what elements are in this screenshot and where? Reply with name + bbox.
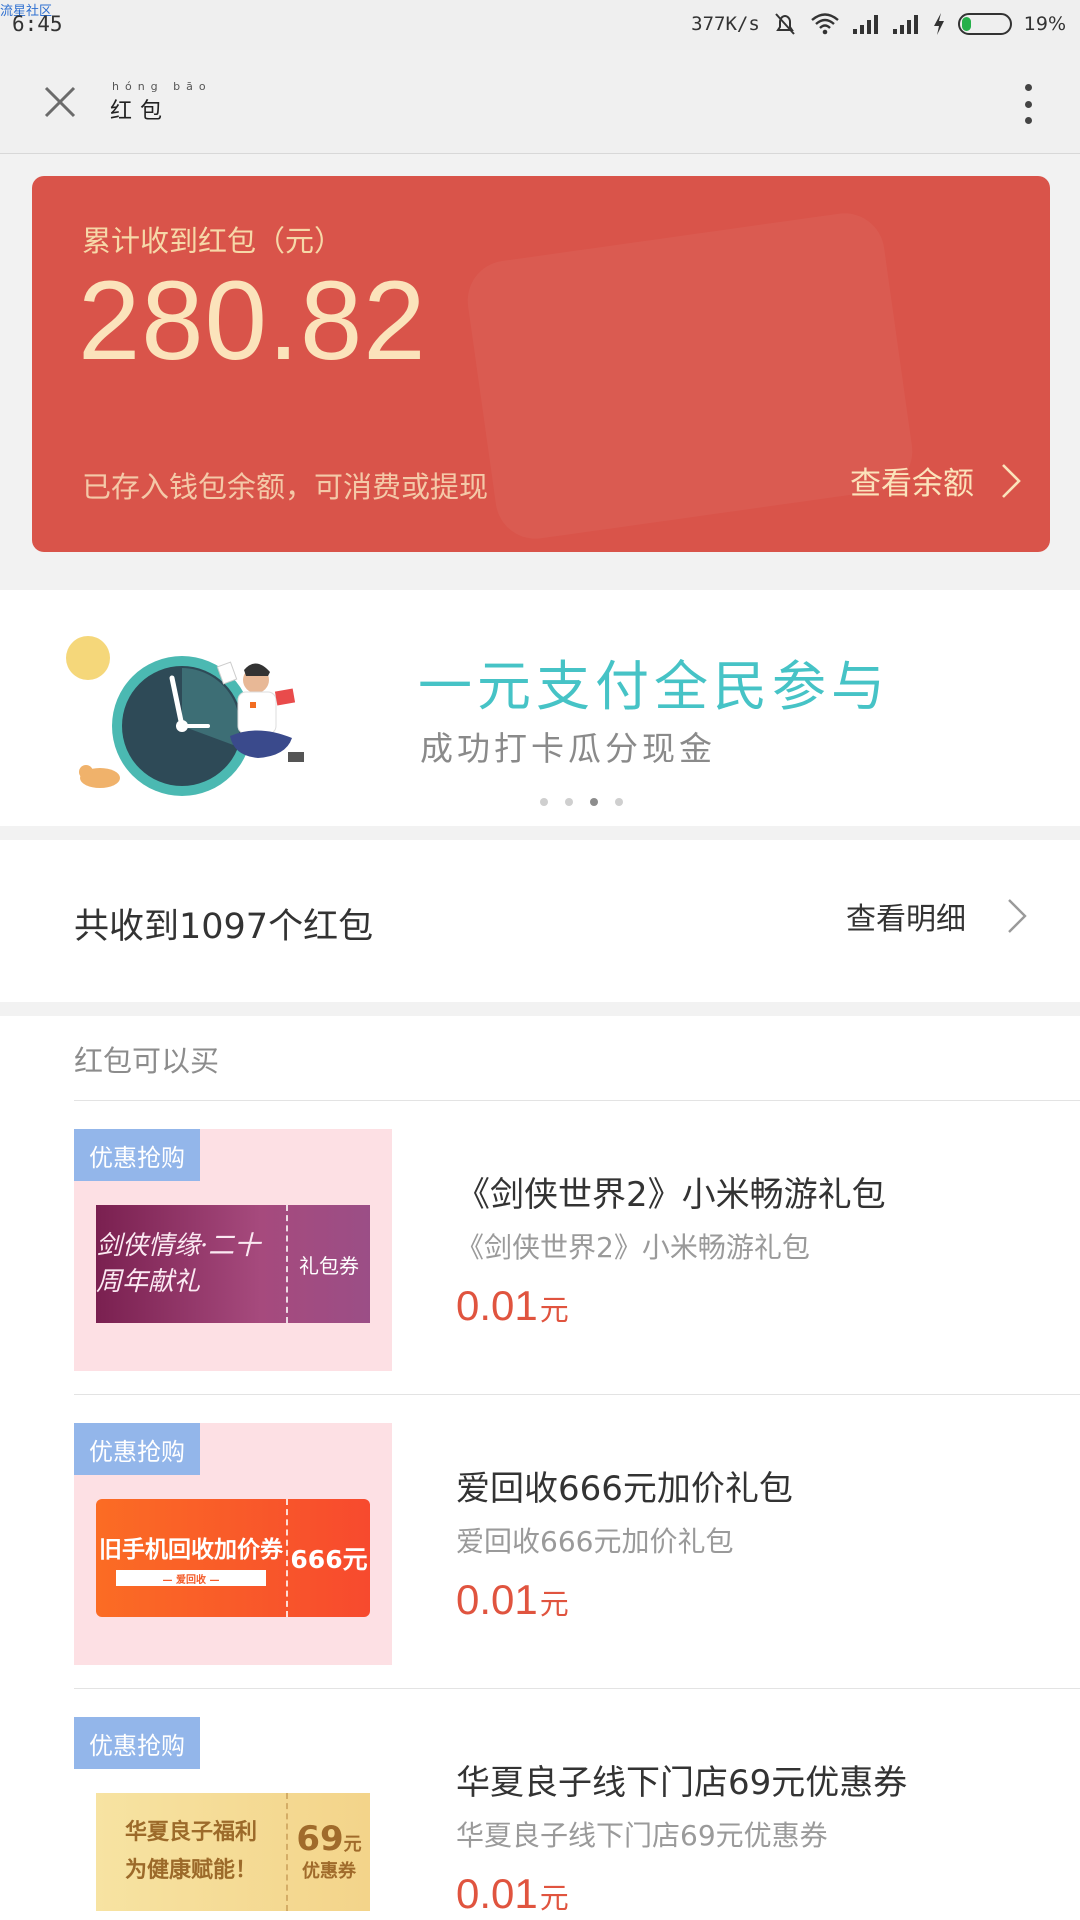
more-vertical-icon — [1024, 84, 1032, 91]
offer-item[interactable]: 旧手机回收加价券 — 爱回收 — 666元 优惠抢购 爱回收666元加价礼包 爱… — [74, 1423, 1080, 1665]
offer-name: 爱回收666元加价礼包 — [456, 1469, 793, 1509]
offer-price-value: 0.01 — [456, 1870, 538, 1917]
offer-price: 0.01元 — [456, 1576, 793, 1624]
status-icons: 377K/s 19% — [691, 10, 1066, 38]
page-title-text: 红包 — [110, 99, 171, 124]
page-title-pinyin: hóng bāo — [112, 80, 212, 93]
coupon-side-text: 礼包券 — [286, 1205, 370, 1323]
offer-price-unit: 元 — [539, 1293, 569, 1327]
more-vertical-icon — [1024, 100, 1032, 108]
offer-name: 《剑侠世界2》小米畅游礼包 — [456, 1175, 886, 1215]
offer-price-unit: 元 — [539, 1587, 569, 1621]
offer-tag: 优惠抢购 — [74, 1717, 200, 1769]
pagination-dot[interactable] — [540, 798, 548, 806]
divider — [74, 1688, 1080, 1689]
coupon-line-2: 为健康赋能！ — [124, 1858, 257, 1883]
coupon-side-value: 69 — [296, 1819, 344, 1859]
promo-banner[interactable]: 一元支付全民参与 成功打卡瓜分现金 — [0, 590, 1080, 826]
banner-pagination — [540, 798, 623, 806]
chevron-right-icon — [1008, 899, 1027, 933]
red-packet-summary-card: 累计收到红包（元） 280.82 已存入钱包余额，可消费或提现 查看余额 — [32, 176, 1050, 552]
status-time: 6:45 — [12, 12, 63, 36]
coupon-main-text: 剑侠情缘·二十周年献礼 — [96, 1231, 261, 1297]
pagination-dot[interactable] — [565, 798, 573, 806]
signal-icon — [852, 15, 878, 34]
offers-heading: 红包可以买 — [74, 1044, 220, 1078]
offer-price: 0.01元 — [456, 1282, 886, 1330]
coupon-graphic: 剑侠情缘·二十周年献礼 礼包券 — [96, 1205, 370, 1323]
offer-thumbnail: 旧手机回收加价券 — 爱回收 — 666元 优惠抢购 — [74, 1423, 392, 1665]
coupon-line-1: 华夏良子福利 — [124, 1820, 257, 1845]
total-received-amount: 280.82 — [78, 258, 427, 383]
offer-name: 华夏良子线下门店69元优惠券 — [456, 1763, 908, 1803]
offer-price-unit: 元 — [539, 1881, 569, 1915]
more-vertical-icon — [1024, 117, 1032, 124]
offer-info: 爱回收666元加价礼包 爱回收666元加价礼包 0.01元 — [456, 1461, 793, 1624]
status-bar: 流星社区 6:45 377K/s 19% — [0, 0, 1080, 50]
pagination-dot[interactable] — [615, 798, 623, 806]
view-details-label: 查看明细 — [846, 902, 966, 937]
coupon-side-label: 优惠券 — [302, 1861, 356, 1882]
offer-thumbnail: 剑侠情缘·二十周年献礼 礼包券 优惠抢购 — [74, 1129, 392, 1371]
pagination-dot-active[interactable] — [590, 798, 598, 806]
close-button[interactable] — [36, 78, 84, 126]
offer-item[interactable]: 华夏良子福利 为健康赋能！ 69元 优惠券 优惠抢购 华夏良子线下门店69元优惠… — [74, 1717, 1080, 1920]
offer-desc: 《剑侠世界2》小米畅游礼包 — [456, 1231, 810, 1264]
clock-illustration — [66, 636, 304, 796]
coupon-side: 69元 优惠券 — [286, 1793, 370, 1911]
balance-note: 已存入钱包余额，可消费或提现 — [82, 470, 489, 504]
offer-info: 华夏良子线下门店69元优惠券 华夏良子线下门店69元优惠券 0.01元 — [456, 1755, 907, 1918]
coupon-graphic: 旧手机回收加价券 — 爱回收 — 666元 — [96, 1499, 370, 1617]
banner-subline: 成功打卡瓜分现金 — [420, 729, 716, 768]
banner-headline: 一元支付全民参与 — [418, 655, 890, 718]
coupon-main: 旧手机回收加价券 — 爱回收 — — [96, 1499, 286, 1617]
offer-tag: 优惠抢购 — [74, 1423, 200, 1475]
received-count-text: 共收到1097个红包 — [74, 907, 374, 947]
offer-price-value: 0.01 — [456, 1576, 538, 1623]
view-details-link[interactable]: 查看明细 — [846, 894, 1028, 938]
view-balance-label: 查看余额 — [850, 466, 974, 502]
offer-thumbnail: 华夏良子福利 为健康赋能！ 69元 优惠券 优惠抢购 — [74, 1717, 392, 1920]
offer-price-value: 0.01 — [456, 1282, 538, 1329]
page-title: hóng bāo 红包 — [110, 80, 212, 125]
offer-price: 0.01元 — [456, 1870, 907, 1918]
total-received-label: 累计收到红包（元） — [82, 224, 344, 258]
more-menu-button[interactable] — [1016, 80, 1040, 128]
chevron-right-icon — [1002, 463, 1021, 498]
divider — [74, 1394, 1080, 1395]
divider — [74, 1100, 1080, 1101]
coupon-sub-text: — 爱回收 — — [116, 1570, 266, 1586]
battery-icon — [957, 13, 1012, 35]
offers-list: 红包可以买 剑侠情缘·二十周年献礼 礼包券 优惠抢购 《剑侠世界2》小米畅游礼包… — [0, 1016, 1080, 1920]
title-bar: hóng bāo 红包 — [0, 50, 1080, 154]
signal-icon — [892, 15, 918, 34]
offer-info: 《剑侠世界2》小米畅游礼包 《剑侠世界2》小米畅游礼包 0.01元 — [456, 1167, 886, 1330]
offer-desc: 爱回收666元加价礼包 — [456, 1525, 734, 1558]
battery-percent: 19% — [1023, 13, 1066, 35]
offer-item[interactable]: 剑侠情缘·二十周年献礼 礼包券 优惠抢购 《剑侠世界2》小米畅游礼包 《剑侠世界… — [74, 1129, 1080, 1371]
received-count-row[interactable]: 共收到1097个红包 查看明细 — [0, 840, 1080, 1002]
wifi-icon — [810, 13, 839, 35]
offer-desc: 华夏良子线下门店69元优惠券 — [456, 1819, 828, 1852]
mute-bell-icon — [775, 13, 795, 35]
coupon-side-unit: 元 — [343, 1834, 362, 1855]
network-speed: 377K/s — [691, 13, 760, 35]
coupon-main: 华夏良子福利 为健康赋能！ — [96, 1793, 286, 1911]
coupon-side-text: 666元 — [286, 1499, 370, 1617]
charging-icon — [933, 13, 944, 35]
close-icon — [44, 86, 76, 118]
coupon-graphic: 华夏良子福利 为健康赋能！ 69元 优惠券 — [96, 1793, 370, 1911]
offer-tag: 优惠抢购 — [74, 1129, 200, 1181]
coupon-main-text: 旧手机回收加价券 — [99, 1537, 283, 1563]
view-balance-link[interactable]: 查看余额 — [850, 458, 1022, 503]
